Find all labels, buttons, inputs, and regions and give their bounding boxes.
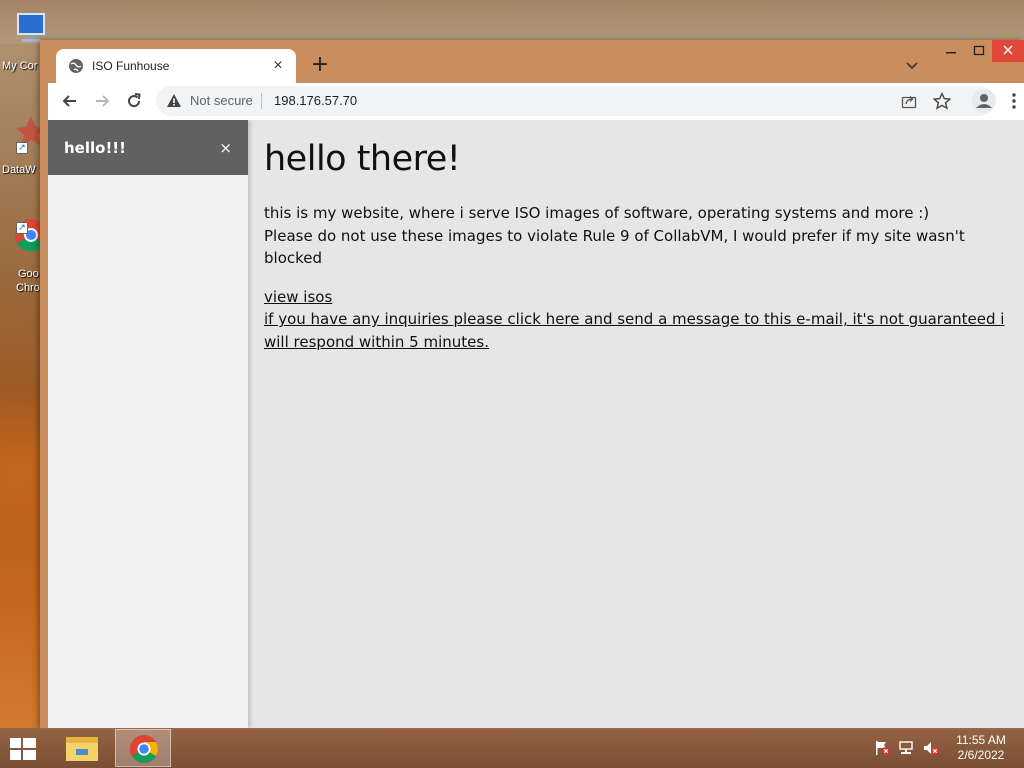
url-text[interactable]: 198.176.57.70 — [274, 93, 357, 108]
person-icon — [976, 94, 992, 108]
wallpaper-top — [0, 0, 1024, 44]
back-arrow-icon[interactable] — [60, 91, 80, 111]
minimize-icon — [946, 52, 956, 54]
security-status-label: Not secure — [190, 93, 253, 108]
network-icon[interactable] — [898, 740, 916, 756]
shortcut-arrow-icon: ↗ — [16, 142, 28, 154]
maximize-button[interactable] — [966, 40, 992, 62]
page-heading: hello there! — [264, 139, 461, 179]
reload-icon[interactable] — [124, 91, 144, 111]
desktop-icon-label-line2: Chro — [16, 282, 40, 294]
links-section: view isos if you have any inquiries plea… — [264, 286, 1024, 354]
tab-iso-funhouse[interactable]: ISO Funhouse × — [56, 49, 296, 83]
taskbar-file-explorer[interactable] — [54, 729, 110, 767]
tab-strip: ISO Funhouse × + — [40, 40, 1024, 83]
bookmark-star-icon[interactable] — [933, 92, 951, 110]
desktop-icon-label: My Cor — [2, 60, 38, 72]
forward-arrow-icon[interactable] — [92, 91, 112, 111]
main-content: hello there! this is my website, where i… — [264, 138, 1024, 353]
shortcut-arrow-icon: ↗ — [16, 222, 28, 234]
action-center-flag-icon[interactable] — [874, 740, 892, 756]
clock-date: 2/6/2022 — [957, 748, 1005, 762]
address-bar[interactable]: Not secure 198.176.57.70 — [156, 86, 994, 116]
computer-icon — [17, 13, 45, 42]
globe-icon — [69, 59, 83, 73]
sidebar-title: hello!!! — [64, 138, 126, 157]
close-window-button[interactable] — [992, 40, 1024, 62]
view-isos-link[interactable]: view isos — [264, 286, 1024, 309]
close-icon — [1003, 45, 1013, 55]
page-viewport: hello!!! × hello there! this is my websi… — [48, 120, 1024, 728]
kebab-menu-icon[interactable] — [1006, 92, 1022, 110]
tab-search-chevron-icon[interactable] — [904, 57, 920, 73]
warning-icon[interactable] — [166, 93, 182, 109]
sidebar-header: hello!!! × — [48, 120, 248, 175]
share-icon[interactable] — [901, 93, 917, 109]
clock-time: 11:55 AM — [956, 733, 1006, 747]
tab-title: ISO Funhouse — [92, 59, 170, 73]
contact-email-link[interactable]: if you have any inquiries please click h… — [264, 308, 1024, 353]
maximize-icon — [973, 45, 985, 56]
speaker-muted-icon[interactable] — [922, 740, 940, 756]
profile-avatar[interactable] — [972, 89, 996, 113]
tab-close-icon[interactable]: × — [270, 57, 286, 75]
sidebar-close-icon[interactable]: × — [219, 139, 232, 157]
chrome-window: ISO Funhouse × + Not secure 198.176.57.7… — [40, 40, 1024, 730]
intro-text-line-2: Please do not use these images to violat… — [264, 226, 965, 268]
sidebar: hello!!! × — [48, 120, 248, 728]
desktop-icon-label: Goo — [18, 268, 39, 280]
windows-start-icon[interactable] — [6, 736, 40, 762]
desktop-icon-label: DataW — [2, 164, 36, 176]
intro-text-line-1: this is my website, where i serve ISO im… — [264, 204, 930, 222]
minimize-button[interactable] — [938, 40, 964, 62]
chrome-icon — [130, 735, 158, 763]
new-tab-button[interactable]: + — [308, 54, 332, 78]
system-clock[interactable]: 11:55 AM 2/6/2022 — [948, 733, 1014, 763]
taskbar-chrome[interactable] — [115, 729, 171, 767]
taskbar: 11:55 AM 2/6/2022 — [0, 728, 1024, 768]
omnibox-divider — [261, 93, 262, 109]
browser-toolbar: Not secure 198.176.57.70 — [48, 83, 1024, 120]
folder-icon — [66, 737, 98, 761]
